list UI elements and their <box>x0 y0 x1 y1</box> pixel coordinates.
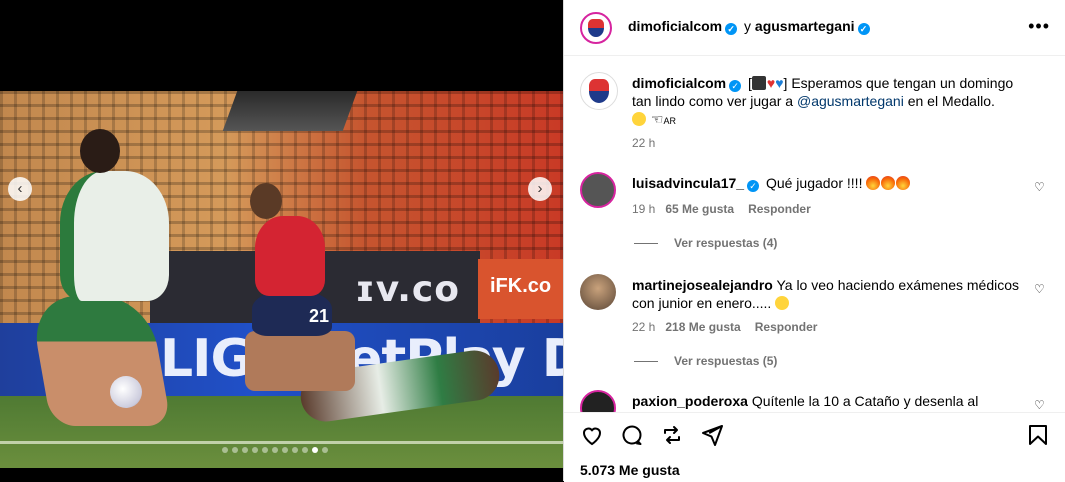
carousel-dot <box>252 447 258 453</box>
astonished-emoji-icon <box>632 112 646 126</box>
like-heart-icon[interactable] <box>580 423 604 447</box>
player-red-head <box>250 183 282 219</box>
carousel-dots <box>222 447 328 453</box>
prev-slide-button[interactable]: ‹ <box>8 177 32 201</box>
comment-item: paxion_poderoxa Quítenle la 10 a Cataño … <box>580 390 1050 412</box>
comment-text: martinejosealejandro Ya lo veo haciendo … <box>632 276 1022 312</box>
caption-mention[interactable]: @agusmartegani <box>797 93 904 109</box>
verified-badge-icon: ✓ <box>729 80 742 92</box>
verified-badge-icon: ✓ <box>857 23 870 35</box>
comment-likes[interactable]: 218 Me gusta <box>665 320 740 334</box>
player-green-head <box>80 129 120 173</box>
carousel-dot <box>292 447 298 453</box>
carousel-dot <box>312 447 318 453</box>
post-authors: dimoficialcom ✓ y agusmartegani ✓ <box>628 18 873 35</box>
author-avatar[interactable] <box>580 12 612 44</box>
caption: dimoficialcom ✓ [♥♥] Esperamos que tengan… <box>580 72 1050 152</box>
author-username[interactable]: dimoficialcom <box>628 18 722 34</box>
caption-text: dimoficialcom ✓ [♥♥] Esperamos que tengan… <box>632 75 1014 127</box>
comment-text: luisadvincula17_ ✓ Qué jugador !!!! <box>632 174 1022 192</box>
carousel-dot <box>222 447 228 453</box>
caption-text-after: en el Medallo. <box>903 93 995 109</box>
view-replies-button[interactable]: Ver respuestas (5) <box>634 354 777 368</box>
commenter-avatar[interactable] <box>580 172 616 208</box>
comment-username[interactable]: paxion_poderoxa <box>632 393 748 409</box>
disappointed-emoji-icon <box>775 296 790 310</box>
post-actions: 5.073 Me gusta <box>564 412 1065 482</box>
comment-meta: 19 h 65 Me gusta Responder <box>632 202 811 216</box>
comment-time: 22 h <box>632 320 656 334</box>
commenter-avatar[interactable] <box>580 390 616 412</box>
post-panel: dimoficialcom ✓ y agusmartegani ✓ ••• dimo… <box>563 0 1065 482</box>
more-options-icon[interactable]: ••• <box>1028 16 1050 37</box>
share-icon[interactable] <box>700 423 724 447</box>
carousel-dot <box>242 447 248 453</box>
post-likes-count[interactable]: 5.073 Me gusta <box>580 462 680 478</box>
coauthor-username[interactable]: agusmartegani <box>755 18 855 34</box>
post-photo[interactable]: ɪv.co iFK.co LIGA BetPlay DIMAY 21 <box>0 91 563 468</box>
comment-text: paxion_poderoxa Quítenle la 10 a Cataño … <box>632 392 1022 410</box>
post-media: ɪv.co iFK.co LIGA BetPlay DIMAY 21 ‹ › <box>0 0 563 481</box>
comment-body: Qué jugador !!!! <box>765 175 863 191</box>
caption-username[interactable]: dimoficialcom <box>632 75 726 91</box>
save-bookmark-icon[interactable] <box>1026 423 1050 447</box>
comment-icon[interactable] <box>620 423 644 447</box>
caption-time: 22 h <box>632 136 656 150</box>
comment-username[interactable]: luisadvincula17_ <box>632 175 744 191</box>
comments-section[interactable]: dimoficialcom ✓ [♥♥] Esperamos que tengan… <box>564 56 1065 412</box>
reply-button[interactable]: Responder <box>755 320 818 334</box>
fire-emoji-icon <box>896 176 911 190</box>
comment-body: Quítenle la 10 a Cataño y desenla al <box>751 393 979 409</box>
pitch-line <box>0 441 563 444</box>
player-red <box>255 216 325 296</box>
like-comment-heart-icon[interactable]: ♡ <box>1034 282 1046 296</box>
carousel-dot <box>322 447 328 453</box>
verified-badge-icon: ✓ <box>747 180 760 192</box>
stadium-roof <box>222 91 358 131</box>
carousel-dot <box>232 447 238 453</box>
verified-badge-icon: ✓ <box>725 23 738 35</box>
fire-emoji-icon <box>881 176 896 190</box>
player-red-legs <box>245 331 355 391</box>
caption-avatar[interactable] <box>580 72 618 110</box>
commenter-avatar[interactable] <box>580 274 616 310</box>
ad-banner-top-text: ɪv.co <box>355 269 460 310</box>
author-connector: y <box>744 18 752 34</box>
comment-username[interactable]: martinejosealejandro <box>632 277 773 293</box>
comment-likes[interactable]: 65 Me gusta <box>665 202 734 216</box>
repost-icon[interactable] <box>660 423 684 447</box>
blue-heart-emoji-icon: ♥ <box>775 75 784 91</box>
carousel-dot <box>262 447 268 453</box>
fire-emoji-icon <box>866 176 881 190</box>
carousel-dot <box>302 447 308 453</box>
like-comment-heart-icon[interactable]: ♡ <box>1034 180 1046 194</box>
top-hat-emoji-icon <box>751 76 766 90</box>
view-replies-button[interactable]: Ver respuestas (4) <box>634 236 777 250</box>
reply-button[interactable]: Responder <box>748 202 811 216</box>
post-header: dimoficialcom ✓ y agusmartegani ✓ ••• <box>564 0 1065 56</box>
ad-banner-right: iFK.co <box>478 259 563 319</box>
carousel-dot <box>272 447 278 453</box>
jersey-number: 21 <box>309 306 330 326</box>
player-green <box>60 171 169 301</box>
red-heart-emoji-icon: ♥ <box>766 75 776 91</box>
comment-item: luisadvincula17_ ✓ Qué jugador !!!! 19 h 6… <box>580 172 1050 272</box>
ad-banner-right-text: iFK.co <box>490 275 552 297</box>
comment-meta: 22 h 218 Me gusta Responder <box>632 320 817 334</box>
pointing-emoji-icon: ☜ <box>650 111 664 127</box>
comment-time: 19 h <box>632 202 656 216</box>
carousel-dot <box>282 447 288 453</box>
flag-text: AR <box>663 116 676 126</box>
football <box>110 376 142 408</box>
next-slide-button[interactable]: › <box>528 177 552 201</box>
like-comment-heart-icon[interactable]: ♡ <box>1034 398 1046 412</box>
